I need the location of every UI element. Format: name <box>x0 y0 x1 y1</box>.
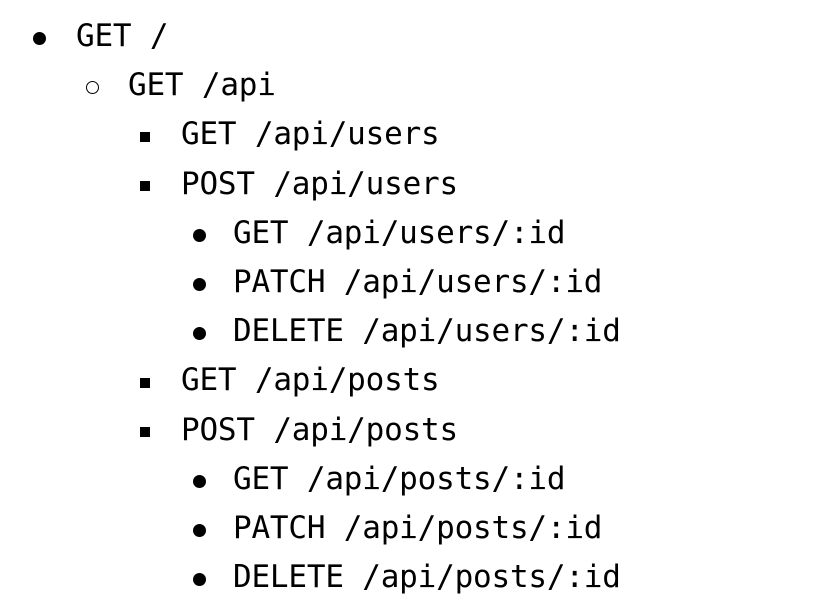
disc-bullet-icon <box>193 327 206 341</box>
disc-bullet-icon <box>33 32 46 46</box>
route-label: DELETE /api/posts/:id <box>233 559 621 596</box>
route-label: PATCH /api/users/:id <box>233 263 603 300</box>
square-bullet-icon <box>140 377 150 388</box>
square-bullet-icon <box>140 131 150 142</box>
list-item: GET /api/posts/:id <box>0 455 832 504</box>
route-label: GET /api <box>128 67 276 104</box>
route-label: PATCH /api/posts/:id <box>233 509 603 546</box>
circle-bullet-icon <box>86 80 99 94</box>
list-item: GET / <box>0 12 832 61</box>
list-item: PATCH /api/users/:id <box>0 258 832 307</box>
list-item: POST /api/posts <box>0 406 832 455</box>
disc-bullet-icon <box>193 523 206 537</box>
list-item: POST /api/users <box>0 160 832 209</box>
route-label: GET /api/users/:id <box>233 214 566 251</box>
list-item: GET /api/posts <box>0 356 832 405</box>
disc-bullet-icon <box>193 474 206 488</box>
route-label: GET /api/posts <box>181 362 440 399</box>
route-label: GET /api/posts/:id <box>233 460 566 497</box>
route-label: DELETE /api/users/:id <box>233 313 621 350</box>
list-item: GET /api <box>0 61 832 110</box>
disc-bullet-icon <box>193 228 206 242</box>
list-item: GET /api/users/:id <box>0 209 832 258</box>
list-item: PATCH /api/posts/:id <box>0 504 832 553</box>
route-label: GET /api/users <box>181 116 440 153</box>
route-tree: GET / GET /api GET /api/users POST /api/… <box>0 12 832 602</box>
disc-bullet-icon <box>193 278 206 292</box>
square-bullet-icon <box>140 181 150 192</box>
square-bullet-icon <box>140 427 150 438</box>
route-label: POST /api/posts <box>181 411 458 448</box>
route-label: POST /api/users <box>181 165 458 202</box>
disc-bullet-icon <box>193 573 206 587</box>
list-item: DELETE /api/posts/:id <box>0 553 832 602</box>
list-item: DELETE /api/users/:id <box>0 307 832 356</box>
route-label: GET / <box>76 18 169 54</box>
list-item: GET /api/users <box>0 110 832 159</box>
